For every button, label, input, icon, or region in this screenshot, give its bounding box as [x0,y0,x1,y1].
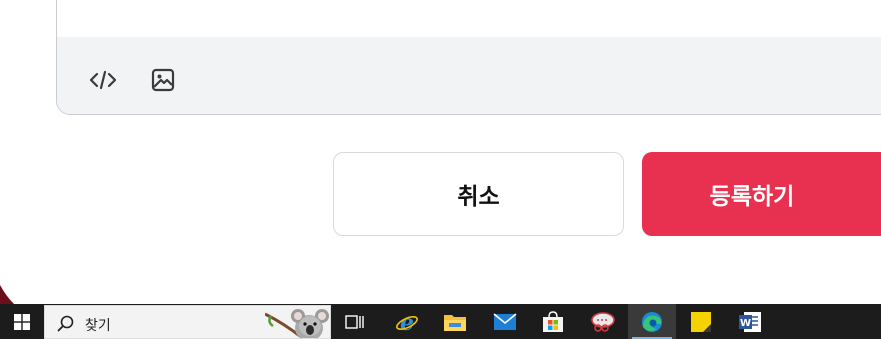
svg-text:e: e [400,310,414,334]
internet-explorer-icon[interactable]: e [383,304,431,339]
search-placeholder: 찾기 [85,318,111,334]
cancel-button[interactable]: 취소 [333,152,624,236]
task-view-icon[interactable] [331,304,379,339]
word-icon[interactable]: W [726,304,774,339]
taskbar-search-input[interactable]: 찾기 [44,305,331,339]
image-icon[interactable] [148,65,178,95]
snipping-tool-icon[interactable] [579,304,627,339]
taskbar: 찾기 e W [0,304,881,339]
editor-toolbar [57,37,881,114]
search-icon [56,314,76,334]
page: 취소 등록하기 [0,0,881,304]
mail-icon[interactable] [481,304,529,339]
sticky-notes-icon[interactable] [677,304,725,339]
edge-icon[interactable] [628,304,676,339]
file-explorer-icon[interactable] [431,304,479,339]
svg-text:W: W [740,318,751,329]
submit-button[interactable]: 등록하기 [642,152,881,236]
microsoft-store-icon[interactable] [529,304,577,339]
code-icon[interactable] [88,65,118,95]
koala-illustration [265,309,329,338]
windows-start-icon[interactable] [0,304,44,339]
editor-box[interactable] [56,0,881,115]
